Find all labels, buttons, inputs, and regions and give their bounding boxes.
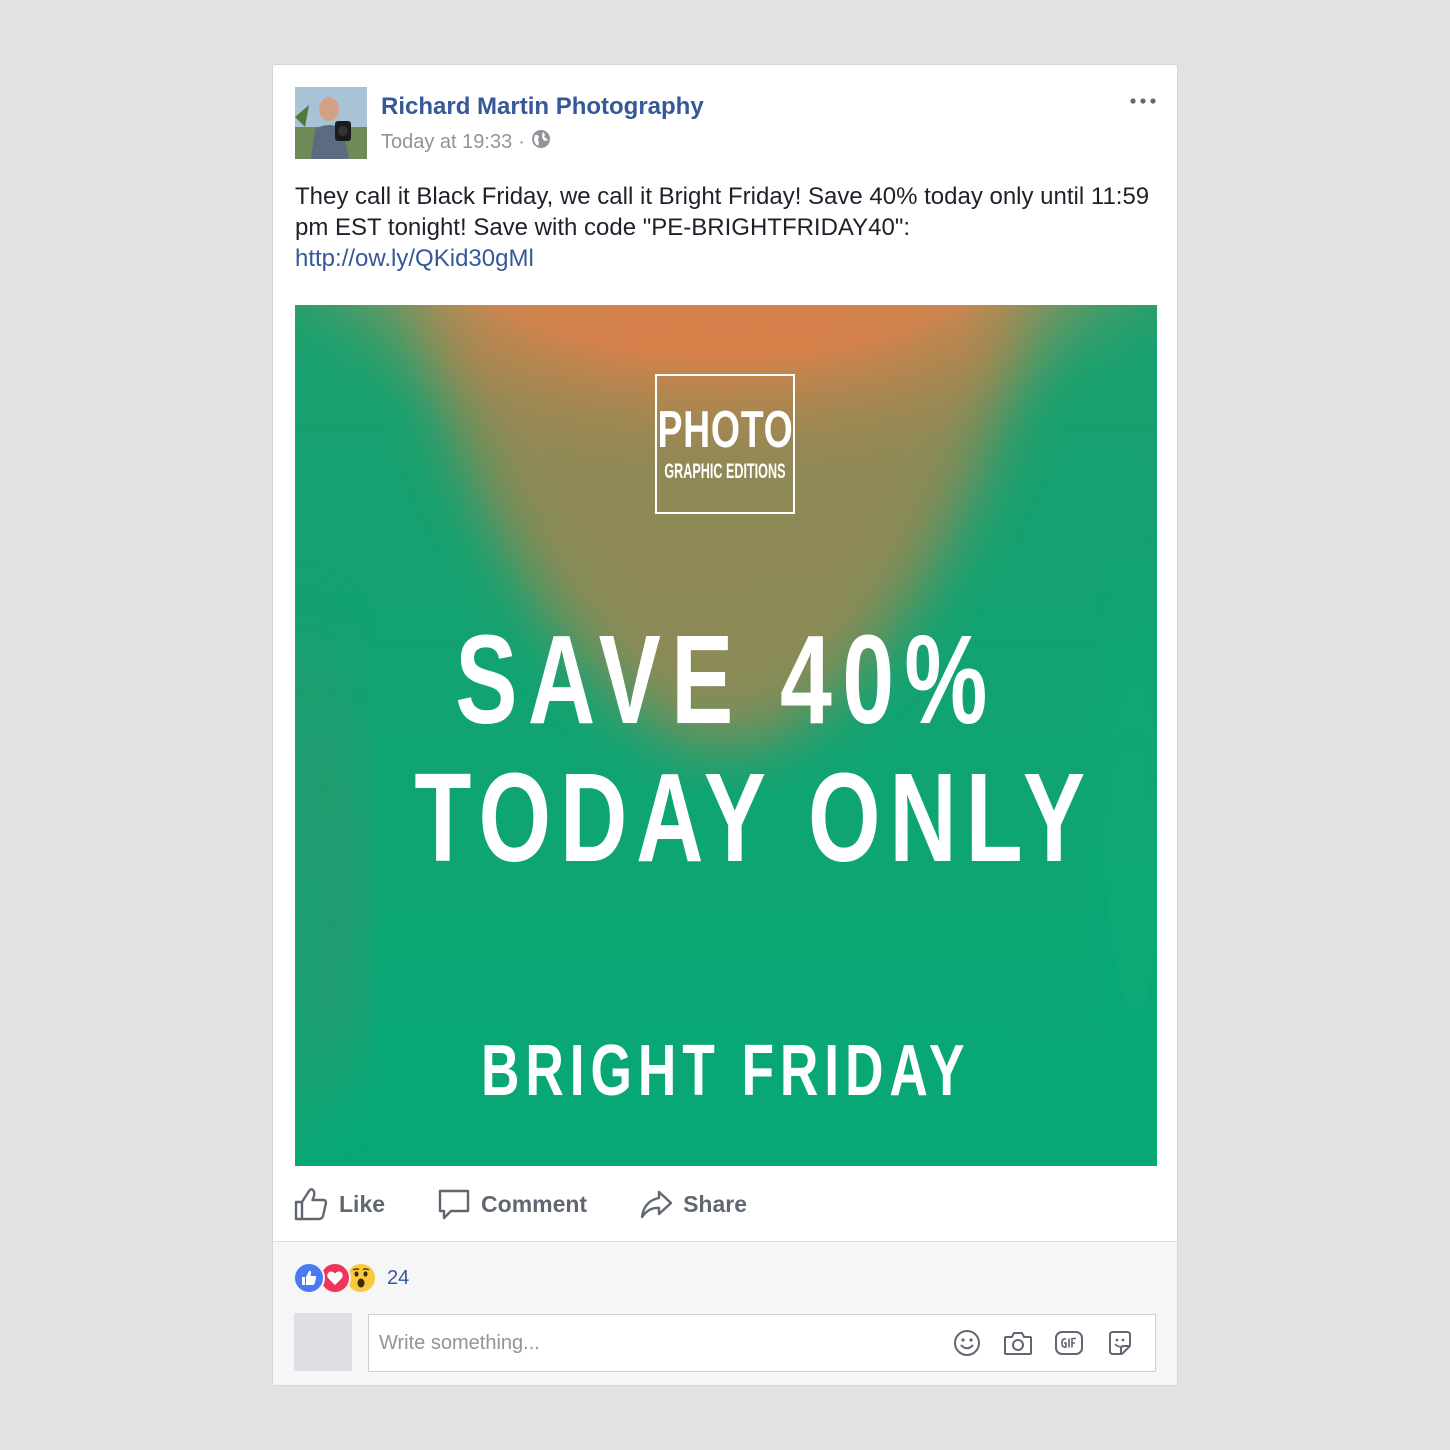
comment-label: Comment xyxy=(481,1190,588,1217)
post-timestamp[interactable]: Today at 19:33 xyxy=(381,131,512,154)
reactions-summary[interactable]: 24 xyxy=(293,1262,409,1294)
promo-headline-2: TODAY ONLY xyxy=(414,747,1094,888)
emoji-icon[interactable] xyxy=(951,1327,983,1359)
promo-headline-1: SAVE 40% xyxy=(454,609,998,750)
page-avatar[interactable] xyxy=(295,87,367,159)
post-link[interactable]: http://ow.ly/QKid30gMl xyxy=(295,245,534,272)
thumbs-up-icon xyxy=(294,1188,328,1221)
share-arrow-icon xyxy=(640,1190,673,1219)
globe-icon[interactable] xyxy=(531,129,551,155)
post-meta: Today at 19:33 · xyxy=(381,129,551,155)
comment-bubble-icon xyxy=(438,1189,470,1220)
meta-separator: · xyxy=(518,130,525,153)
comment-button[interactable]: Comment xyxy=(437,1187,587,1221)
post-footer: 24 xyxy=(273,1241,1177,1385)
post-actions: Like Comment Share xyxy=(293,1177,799,1231)
commenter-avatar xyxy=(294,1313,352,1371)
page-name-link[interactable]: Richard Martin Photography xyxy=(381,93,704,121)
like-label: Like xyxy=(339,1190,386,1217)
like-reaction-icon xyxy=(293,1262,325,1294)
post-message: They call it Black Friday, we call it Br… xyxy=(295,183,1150,241)
post-image[interactable]: PHOTO GRAPHIC EDITIONS SAVE 40% TODAY ON… xyxy=(295,305,1157,1166)
share-label: Share xyxy=(683,1190,748,1217)
post-text: They call it Black Friday, we call it Br… xyxy=(295,181,1155,274)
post-card: Richard Martin Photography Today at 19:3… xyxy=(272,64,1178,1386)
like-button[interactable]: Like xyxy=(293,1186,385,1222)
logo-line2: GRAPHIC EDITIONS xyxy=(664,460,786,483)
more-options-icon[interactable] xyxy=(1127,89,1159,113)
comment-composer xyxy=(368,1314,1156,1372)
sticker-icon[interactable] xyxy=(1104,1327,1136,1359)
gif-icon[interactable] xyxy=(1053,1327,1085,1359)
promo-tagline: BRIGHT FRIDAY xyxy=(481,1031,971,1111)
camera-icon[interactable] xyxy=(1002,1327,1034,1359)
comment-input[interactable] xyxy=(369,1314,951,1372)
reaction-count[interactable]: 24 xyxy=(387,1267,409,1290)
share-button[interactable]: Share xyxy=(639,1187,747,1221)
photographic-editions-logo: PHOTO GRAPHIC EDITIONS xyxy=(655,374,795,514)
logo-line1: PHOTO xyxy=(656,401,794,459)
